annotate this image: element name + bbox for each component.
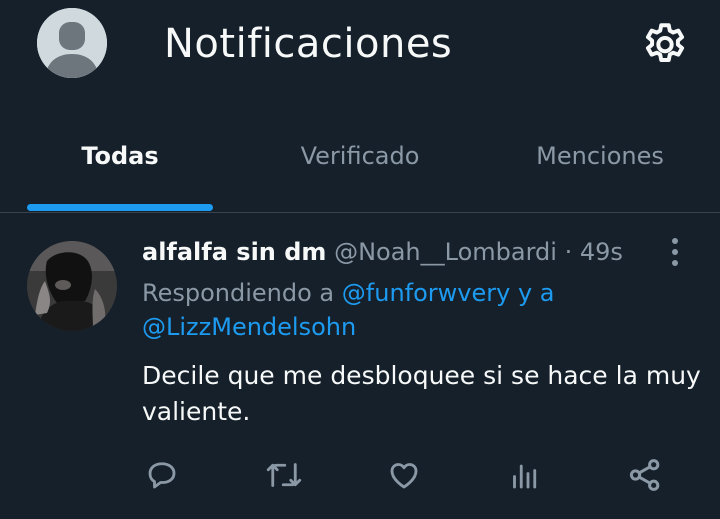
retweet-button[interactable]: [262, 453, 306, 497]
display-name[interactable]: alfalfa sin dm: [142, 238, 326, 266]
timestamp[interactable]: 49s: [580, 238, 623, 266]
profile-avatar[interactable]: [37, 8, 107, 78]
page-title: Notificaciones: [164, 21, 453, 67]
like-button[interactable]: [382, 453, 426, 497]
mention-link[interactable]: @funforwvery: [342, 279, 511, 307]
share-button[interactable]: [623, 453, 667, 497]
replying-and[interactable]: y a: [518, 279, 555, 307]
more-vertical-icon: [672, 238, 678, 244]
tab-label: Menciones: [536, 142, 664, 170]
reply-icon: [148, 462, 176, 489]
like-icon: [390, 463, 418, 489]
tweet-text: Decile que me desbloquee si se hace la m…: [142, 361, 701, 426]
share-icon: [629, 459, 660, 491]
user-handle[interactable]: @Noah__Lombardi: [334, 238, 557, 266]
replying-prefix: Respondiendo a: [142, 279, 335, 307]
tweet-header: alfalfa sin dm @Noah__Lombardi · 49s: [142, 235, 623, 269]
avatar[interactable]: [27, 241, 117, 331]
default-avatar-icon: [37, 8, 107, 78]
more-options-button[interactable]: [660, 235, 690, 269]
tab-label: Todas: [81, 142, 159, 170]
tab-verificado[interactable]: Verificado: [240, 118, 480, 213]
tab-menciones[interactable]: Menciones: [480, 118, 720, 213]
gear-icon: [645, 23, 685, 62]
user-photo: [27, 241, 117, 331]
tweet-item[interactable]: alfalfa sin dm @Noah__Lombardi · 49s Res…: [0, 213, 720, 519]
tab-label: Verificado: [300, 142, 420, 170]
tweet-actions: [0, 453, 720, 497]
analytics-button[interactable]: [503, 453, 547, 497]
mention-link[interactable]: @LizzMendelsohn: [142, 313, 356, 341]
tab-todas[interactable]: Todas: [0, 118, 240, 213]
settings-button[interactable]: [638, 18, 692, 72]
replying-to: Respondiendo a @funforwvery y a @LizzMen…: [142, 276, 662, 344]
top-bar: Notificaciones: [0, 0, 720, 95]
active-tab-indicator: [27, 204, 213, 211]
reply-button[interactable]: [140, 453, 184, 497]
retweet-icon: [266, 463, 302, 487]
notification-tabs: Todas Verificado Menciones: [0, 118, 720, 213]
separator-dot: ·: [564, 238, 573, 266]
analytics-icon: [513, 464, 537, 489]
